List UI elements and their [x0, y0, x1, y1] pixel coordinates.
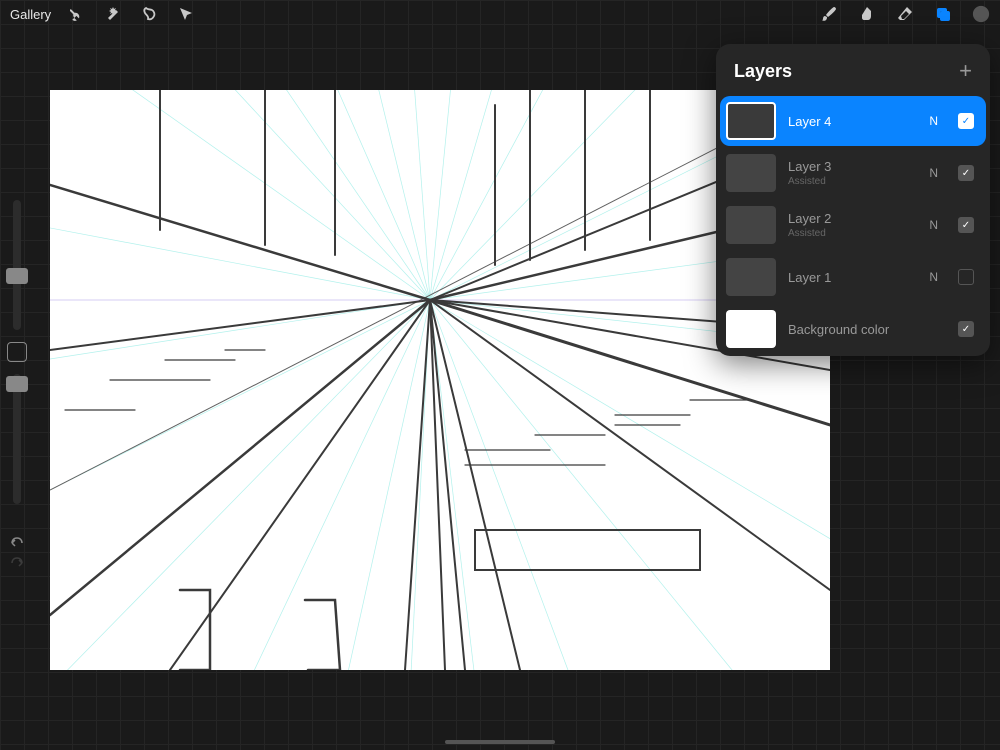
undo-button[interactable] — [8, 534, 26, 552]
left-sidebar — [6, 200, 28, 574]
brush-size-slider[interactable] — [13, 200, 21, 330]
layer-blend-mode[interactable]: N — [929, 218, 938, 232]
layer-thumbnail — [726, 258, 776, 296]
color-icon[interactable] — [972, 5, 990, 23]
arrow-icon[interactable] — [177, 5, 195, 23]
layers-list: Layer 4 N ✓ Layer 3 Assisted N ✓ Layer 2 Assiste… — [716, 96, 990, 354]
layer-item[interactable]: Layer 4 N ✓ — [720, 96, 986, 146]
layer-visibility-checkbox[interactable]: ✓ — [958, 321, 974, 337]
slider-thumb[interactable] — [6, 268, 28, 284]
layer-name: Layer 4 — [788, 114, 917, 129]
layer-info: Layer 1 — [788, 270, 917, 285]
layer-info: Layer 3 Assisted — [788, 159, 917, 187]
top-toolbar: Gallery — [0, 0, 1000, 28]
layer-item[interactable]: Layer 2 Assisted N ✓ — [720, 200, 986, 250]
toolbar-right — [820, 5, 990, 23]
layer-info: Background color — [788, 322, 946, 337]
layer-visibility-checkbox[interactable]: ✓ — [958, 165, 974, 181]
layer-item[interactable]: Layer 3 Assisted N ✓ — [720, 148, 986, 198]
drawing-canvas[interactable] — [50, 90, 830, 670]
layer-subtitle: Assisted — [788, 228, 917, 239]
brush-opacity-slider[interactable] — [13, 374, 21, 504]
add-layer-button[interactable]: + — [959, 58, 972, 84]
layer-info: Layer 4 — [788, 114, 917, 129]
layer-thumbnail — [726, 310, 776, 348]
brush-icon[interactable] — [820, 5, 838, 23]
layers-title: Layers — [734, 61, 792, 82]
layers-icon[interactable] — [934, 5, 952, 23]
layer-thumbnail — [726, 102, 776, 140]
layer-name: Layer 1 — [788, 270, 917, 285]
smudge-icon[interactable] — [858, 5, 876, 23]
layer-subtitle: Assisted — [788, 176, 917, 187]
layer-visibility-checkbox[interactable]: ✓ — [958, 217, 974, 233]
layer-name: Layer 3 — [788, 159, 917, 174]
selection-icon[interactable] — [141, 5, 159, 23]
modify-button[interactable] — [7, 342, 27, 362]
slider-thumb[interactable] — [6, 376, 28, 392]
layer-thumbnail — [726, 206, 776, 244]
wand-icon[interactable] — [105, 5, 123, 23]
layer-blend-mode[interactable]: N — [929, 166, 938, 180]
wrench-icon[interactable] — [69, 5, 87, 23]
layer-visibility-checkbox[interactable] — [958, 269, 974, 285]
toolbar-left: Gallery — [10, 5, 195, 23]
layer-info: Layer 2 Assisted — [788, 211, 917, 239]
layer-name: Layer 2 — [788, 211, 917, 226]
layer-visibility-checkbox[interactable]: ✓ — [958, 113, 974, 129]
layers-panel: Layers + Layer 4N✓Layer 3AssistedN✓Layer… — [716, 44, 990, 356]
undo-redo-group — [6, 532, 28, 574]
home-indicator — [445, 740, 555, 744]
layer-thumbnail — [726, 154, 776, 192]
eraser-icon[interactable] — [896, 5, 914, 23]
layer-item[interactable]: Layer 1 N — [720, 252, 986, 302]
redo-button[interactable] — [8, 554, 26, 572]
gallery-button[interactable]: Gallery — [10, 7, 51, 22]
layer-blend-mode[interactable]: N — [929, 114, 938, 128]
layer-blend-mode[interactable]: N — [929, 270, 938, 284]
layer-item[interactable]: Background color ✓ — [720, 304, 986, 354]
layers-header: Layers + — [716, 44, 990, 94]
layer-name: Background color — [788, 322, 946, 337]
